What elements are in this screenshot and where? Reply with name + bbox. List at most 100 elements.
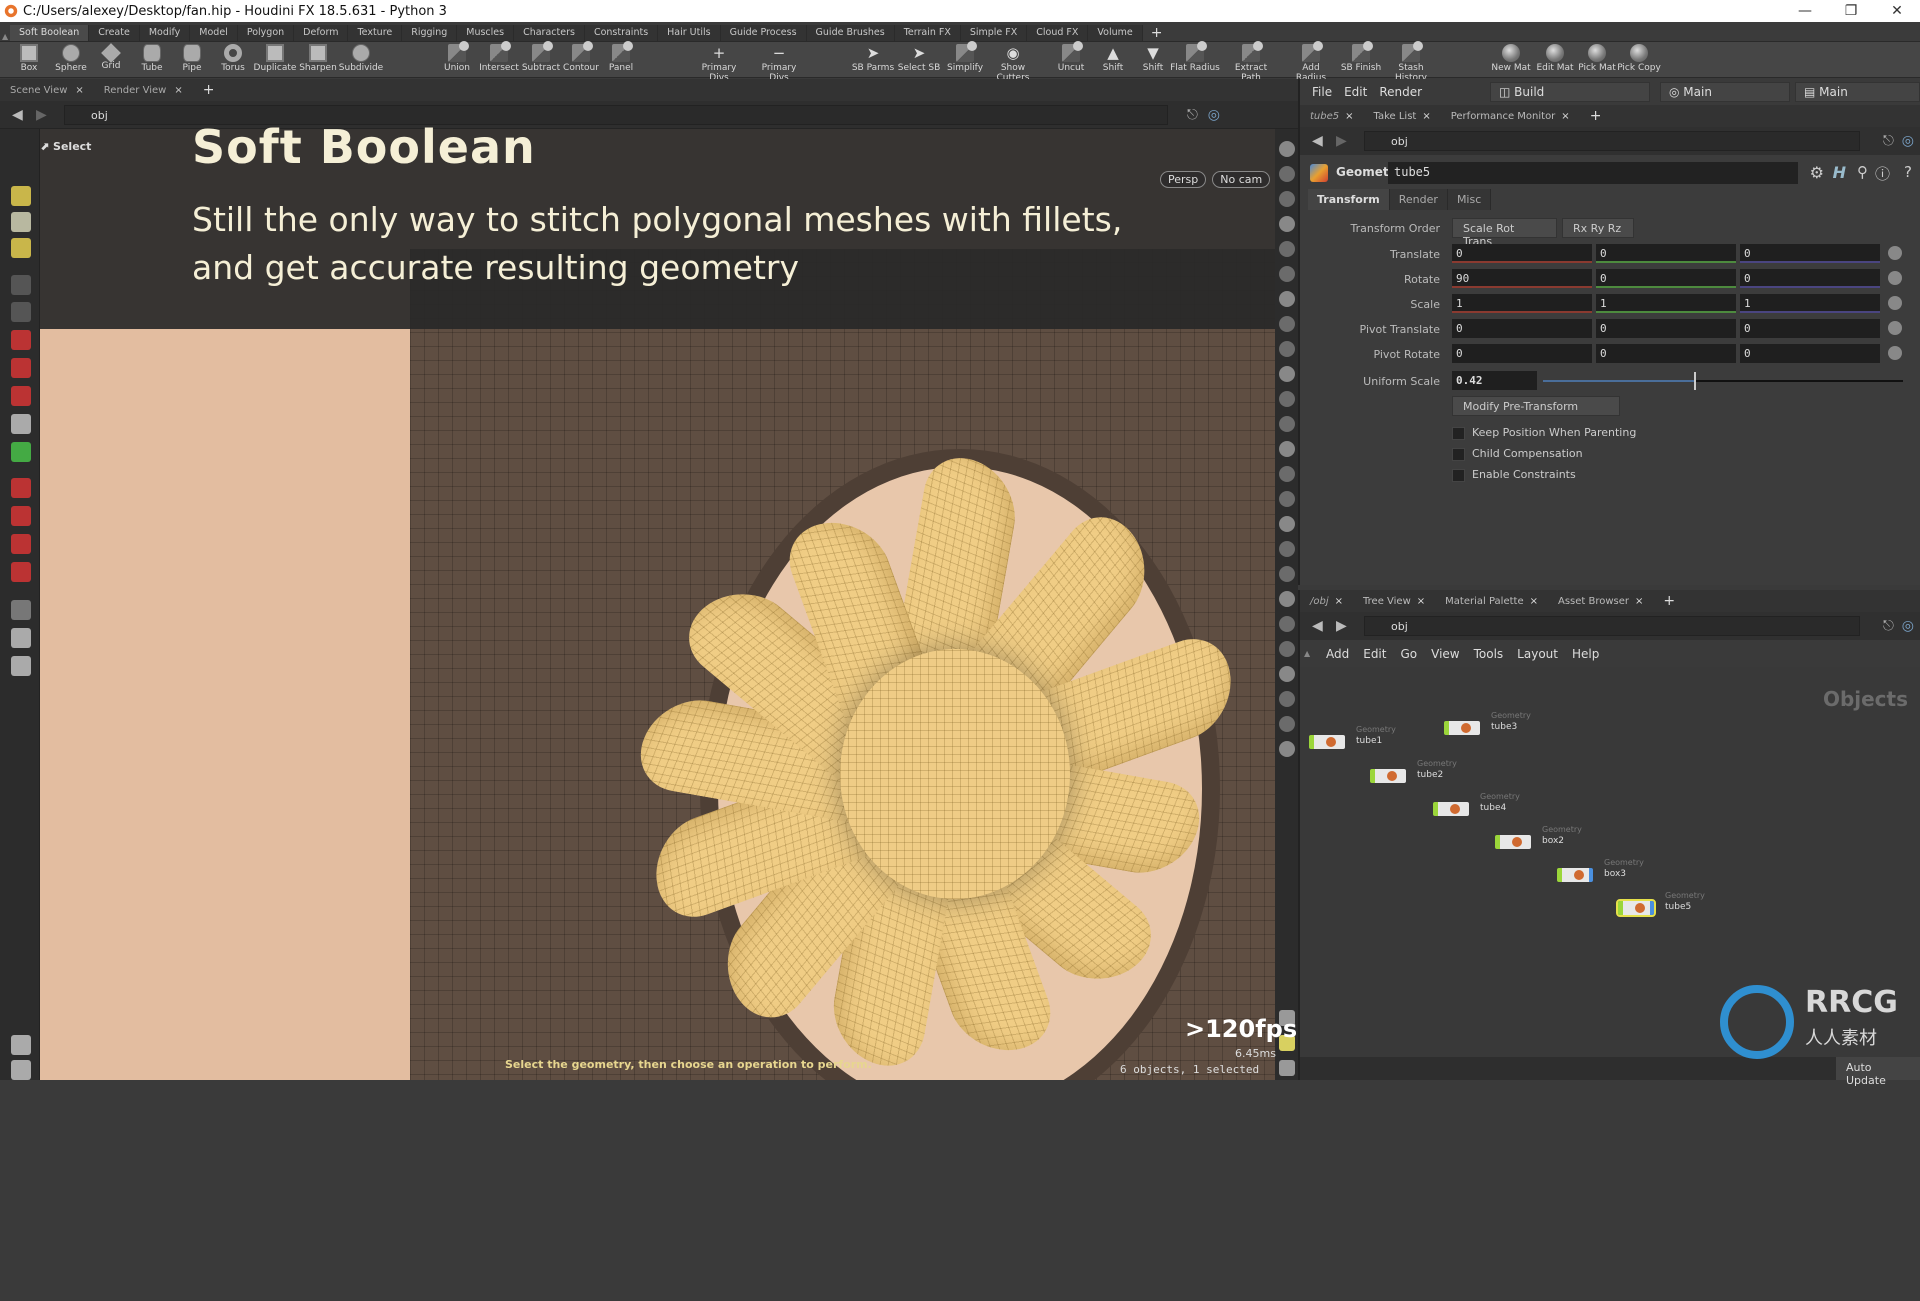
network-node-tube4[interactable]: Geometry tube4 (1433, 792, 1520, 816)
pivot-translate-y-field[interactable]: 0 (1596, 319, 1736, 338)
snap-point-icon[interactable] (11, 534, 31, 554)
help-icon[interactable]: ? (1904, 163, 1912, 181)
vector-icon[interactable] (1279, 666, 1295, 682)
uniform-scale-field[interactable]: 0.42 (1452, 371, 1537, 390)
curve-icon[interactable] (1279, 591, 1295, 607)
shelf-tool-sb-parms[interactable]: ➤ SB Parms (848, 44, 898, 73)
pivot-translate-x-field[interactable]: 0 (1452, 319, 1592, 338)
dynamics-selector-icon[interactable] (11, 238, 31, 258)
shelf-tool-simplify[interactable]: Simplify (940, 41, 990, 73)
shelf-tool-show-cutters[interactable]: ◉ Show Cutters (988, 44, 1038, 83)
forward-arrow-icon[interactable]: ▶ (1336, 133, 1347, 149)
back-arrow-icon[interactable]: ◀ (1312, 618, 1323, 634)
close-tab-icon[interactable]: × (1335, 596, 1343, 607)
shelf-tool-primary-divs[interactable]: − Primary Divs (754, 44, 804, 83)
pivot-translate-z-field[interactable]: 0 (1740, 319, 1880, 338)
pin-icon[interactable]: ⎋ (1883, 133, 1894, 149)
construction-plane-icon[interactable] (1279, 191, 1295, 207)
shelf-tool-pick-copy[interactable]: Pick Copy (1614, 44, 1664, 73)
close-tab-icon[interactable]: × (1422, 111, 1430, 122)
close-button[interactable]: ✕ (1874, 3, 1920, 19)
shelf-tab-volume[interactable]: Volume (1088, 25, 1143, 41)
lock-camera-icon[interactable] (1279, 216, 1295, 232)
tab-misc[interactable]: Misc (1447, 189, 1492, 210)
auto-update-menu[interactable]: Auto Update (1836, 1057, 1920, 1087)
stereo-icon[interactable] (1279, 391, 1295, 407)
pin-icon[interactable]: ⎋ (1187, 107, 1198, 123)
eye-visibility-icon[interactable] (1279, 1060, 1295, 1076)
shelf-tool-flat-radius[interactable]: Flat Radius (1170, 41, 1220, 73)
scale-x-field[interactable]: 1 (1452, 294, 1592, 313)
transform-order-menu[interactable]: Scale Rot Trans (1452, 218, 1557, 248)
restore-button[interactable]: ❐ (1828, 3, 1874, 19)
network-node-tube3[interactable]: Geometry tube3 (1444, 711, 1531, 735)
search-icon[interactable]: ⚲ (1857, 163, 1868, 181)
tab-performance-monitor[interactable]: Performance Monitor × (1441, 111, 1580, 122)
add-tab-button[interactable]: + (1653, 593, 1685, 609)
no-cam-button[interactable]: No cam (1212, 171, 1271, 188)
primitive-number-icon[interactable] (1279, 566, 1295, 582)
scale-icon[interactable] (11, 386, 31, 406)
shelf-tab-soft-boolean[interactable]: Soft Boolean (10, 25, 90, 41)
network-node-box2[interactable]: Geometry box2 (1495, 825, 1582, 849)
network-path-field[interactable]: obj (1364, 616, 1860, 636)
group-icon[interactable] (1279, 616, 1295, 632)
shelf-tab-model[interactable]: Model (190, 25, 238, 41)
shelf-tool-add-radius[interactable]: Add Radius (1286, 41, 1336, 83)
tab-obj[interactable]: /obj × (1300, 596, 1353, 607)
uv-icon[interactable] (1279, 641, 1295, 657)
close-tab-icon[interactable]: × (1635, 596, 1643, 607)
minimize-button[interactable]: — (1782, 3, 1828, 19)
network-menu-tools[interactable]: Tools (1474, 647, 1504, 661)
close-tab-icon[interactable]: × (1530, 596, 1538, 607)
shelf-tool-new-mat[interactable]: New Mat (1486, 44, 1536, 73)
shelf-tab-deform[interactable]: Deform (294, 25, 349, 41)
hide-icon[interactable] (1279, 241, 1295, 257)
tab-scene-view[interactable]: Scene View × (0, 85, 94, 96)
shelf-tab-terrain-fx[interactable]: Terrain FX (894, 25, 961, 41)
tab-take-list[interactable]: Take List × (1364, 111, 1441, 122)
close-tab-icon[interactable]: × (1345, 111, 1353, 122)
select-arrow-icon[interactable] (11, 275, 31, 295)
shelf-tool-primary-divs[interactable]: + Primary Divs (694, 44, 744, 83)
info-icon[interactable]: ⓘ (1875, 163, 1890, 184)
shelf-collapse-icon[interactable]: ▲ (0, 32, 10, 41)
rotate-z-field[interactable]: 0 (1740, 269, 1880, 288)
takes-selector[interactable]: ◎ Main (1660, 82, 1790, 102)
forward-arrow-icon[interactable]: ▶ (1336, 618, 1347, 634)
uniform-scale-slider-handle[interactable] (1694, 372, 1697, 390)
desktop-selector[interactable]: ◫ Build (1490, 82, 1650, 102)
shelf-tab-guide-process[interactable]: Guide Process (720, 25, 807, 41)
shelf-tab-create[interactable]: Create (89, 25, 140, 41)
network-node-tube5[interactable]: Geometry tube5 (1616, 891, 1705, 917)
checkbox-keep-position-when-parenting[interactable] (1452, 427, 1465, 440)
lock-icon[interactable] (11, 302, 31, 322)
node-name-field[interactable]: tube5 (1388, 162, 1798, 184)
close-tab-icon[interactable]: × (1561, 111, 1569, 122)
network-menu-add[interactable]: Add (1326, 647, 1349, 661)
link-icon[interactable]: ◎ (1208, 107, 1220, 123)
headlight-icon[interactable] (1279, 291, 1295, 307)
camera-film-icon[interactable] (11, 1060, 31, 1080)
link-icon[interactable]: ◎ (1902, 133, 1914, 149)
shelf-tab-rigging[interactable]: Rigging (402, 25, 458, 41)
tab-render-view[interactable]: Render View × (94, 85, 193, 96)
ghost-icon[interactable] (1279, 266, 1295, 282)
network-menu-help[interactable]: Help (1572, 647, 1599, 661)
shelf-tool-sb-finish[interactable]: SB Finish (1336, 41, 1386, 73)
parameter-path-field[interactable]: obj (1364, 131, 1860, 151)
pivot-rotate-y-field[interactable]: 0 (1596, 344, 1736, 363)
handle-jump-icon[interactable] (1888, 296, 1902, 310)
point-normal-icon[interactable] (1279, 466, 1295, 482)
shelf-tool-select-sb[interactable]: ➤ Select SB (894, 44, 944, 73)
shelf-tab-muscles[interactable]: Muscles (457, 25, 515, 41)
shelf-tab-guide-brushes[interactable]: Guide Brushes (806, 25, 895, 41)
translate-y-field[interactable]: 0 (1596, 244, 1736, 263)
viewport-pose-icon[interactable] (11, 628, 31, 648)
forward-arrow-icon[interactable]: ▶ (36, 107, 47, 123)
gear-icon[interactable]: ⚙ (1810, 163, 1824, 182)
text-abc-icon[interactable] (1279, 691, 1295, 707)
translate-z-field[interactable]: 0 (1740, 244, 1880, 263)
pin-marker-icon[interactable] (1279, 741, 1295, 757)
back-arrow-icon[interactable]: ◀ (12, 107, 23, 123)
